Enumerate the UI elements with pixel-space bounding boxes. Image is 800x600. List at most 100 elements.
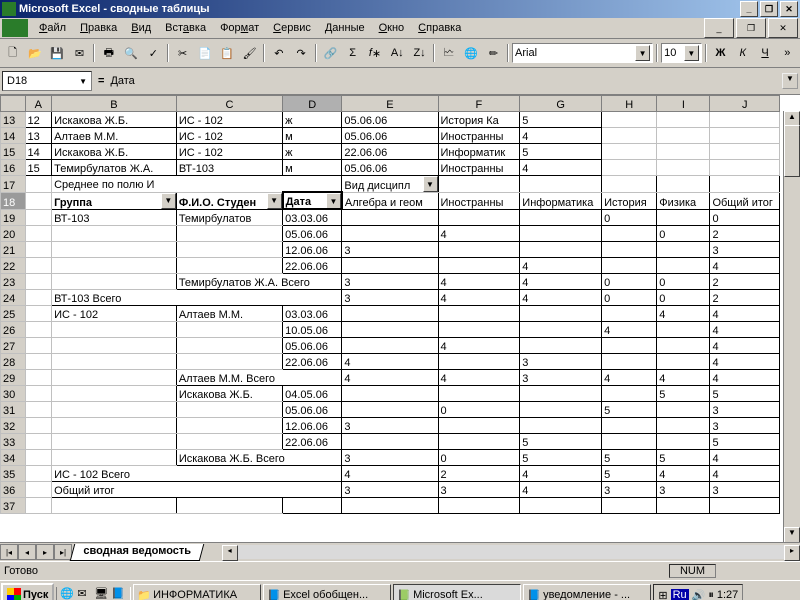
row-header[interactable]: 18 bbox=[1, 192, 26, 209]
row-header[interactable]: 28 bbox=[1, 354, 26, 370]
lang-indicator[interactable]: Ru bbox=[671, 589, 689, 600]
cell[interactable] bbox=[25, 209, 52, 226]
tray-icon-2[interactable]: 🔊 bbox=[692, 589, 706, 600]
cell[interactable] bbox=[438, 306, 520, 322]
ql-outlook-icon[interactable]: ✉ bbox=[77, 587, 93, 600]
cell[interactable] bbox=[25, 386, 52, 402]
worksheet[interactable]: ABCDEFGHIJ 1312Искакова Ж.Б.ИС - 102ж05.… bbox=[0, 95, 800, 561]
cell[interactable]: ИС - 102 bbox=[176, 112, 282, 128]
cell[interactable]: 3 bbox=[342, 274, 438, 290]
col-B[interactable]: B bbox=[52, 96, 177, 112]
cell[interactable] bbox=[52, 226, 177, 242]
tab-next-button[interactable]: ▸ bbox=[36, 544, 54, 560]
cell[interactable] bbox=[52, 242, 177, 258]
autosum-button[interactable]: Σ bbox=[342, 42, 363, 64]
cell[interactable] bbox=[52, 450, 177, 466]
scroll-right-button[interactable]: ▸ bbox=[784, 545, 800, 561]
cell[interactable]: 4 bbox=[520, 128, 602, 144]
cell[interactable]: 5 bbox=[710, 434, 780, 450]
cell[interactable]: 4 bbox=[438, 370, 520, 386]
cell[interactable]: 22.06.06 bbox=[283, 434, 342, 450]
cell[interactable]: Общий итог bbox=[710, 192, 780, 209]
cell[interactable]: 4 bbox=[602, 322, 657, 338]
row-header[interactable]: 31 bbox=[1, 402, 26, 418]
cell[interactable]: 4 bbox=[657, 466, 710, 482]
cell[interactable] bbox=[25, 338, 52, 354]
cell[interactable]: Темирбулатов Ж.А. bbox=[52, 160, 177, 176]
cell[interactable]: 05.06.06 bbox=[283, 226, 342, 242]
horizontal-scrollbar[interactable]: ◂ ▸ bbox=[222, 545, 800, 559]
cell[interactable]: 3 bbox=[342, 450, 438, 466]
cell[interactable] bbox=[520, 322, 602, 338]
cell[interactable]: 3 bbox=[342, 242, 438, 258]
col-F[interactable]: F bbox=[438, 96, 520, 112]
cell[interactable]: Дата▼ bbox=[283, 192, 342, 209]
system-tray[interactable]: ⊞ Ru 🔊 ⏸ 1:27 bbox=[653, 584, 743, 600]
tab-last-button[interactable]: ▸| bbox=[54, 544, 72, 560]
cell[interactable]: 12.06.06 bbox=[283, 242, 342, 258]
cell[interactable] bbox=[520, 418, 602, 434]
task-1[interactable]: 📁ИНФОРМАТИКА bbox=[133, 584, 261, 600]
cell[interactable] bbox=[25, 242, 52, 258]
tab-prev-button[interactable]: ◂ bbox=[18, 544, 36, 560]
cell[interactable]: 3 bbox=[657, 482, 710, 498]
dropdown-button[interactable]: ▼ bbox=[423, 176, 438, 192]
cell[interactable] bbox=[438, 386, 520, 402]
cell[interactable] bbox=[25, 192, 52, 209]
cell[interactable]: 4 bbox=[520, 160, 602, 176]
scroll-thumb[interactable] bbox=[784, 125, 800, 177]
chart-button[interactable]: 🗠 bbox=[438, 42, 459, 64]
sort-asc-button[interactable]: A↓ bbox=[387, 42, 408, 64]
ql-desktop-icon[interactable]: 🖥 bbox=[94, 587, 110, 600]
cell[interactable] bbox=[520, 386, 602, 402]
cell[interactable]: 3 bbox=[710, 242, 780, 258]
col-D[interactable]: D bbox=[283, 96, 342, 112]
cell[interactable]: 3 bbox=[602, 482, 657, 498]
cell[interactable] bbox=[176, 498, 282, 514]
cell[interactable]: ИС - 102 bbox=[52, 306, 177, 322]
cell[interactable]: 4 bbox=[438, 290, 520, 306]
cell[interactable]: История Ка bbox=[438, 112, 520, 128]
cell[interactable] bbox=[52, 274, 177, 290]
cell[interactable]: 4 bbox=[342, 466, 438, 482]
cell[interactable]: 3 bbox=[342, 482, 438, 498]
menu-help[interactable]: Справка bbox=[412, 20, 467, 36]
cell[interactable] bbox=[342, 306, 438, 322]
cell[interactable]: 5 bbox=[602, 466, 657, 482]
name-box[interactable]: D18▼ bbox=[2, 71, 92, 91]
cell[interactable] bbox=[602, 306, 657, 322]
row-header[interactable]: 35 bbox=[1, 466, 26, 482]
cell[interactable]: 05.06.06 bbox=[342, 128, 438, 144]
cell[interactable] bbox=[25, 226, 52, 242]
cell[interactable] bbox=[602, 258, 657, 274]
new-button[interactable]: 🗋 bbox=[2, 42, 23, 64]
cell[interactable] bbox=[176, 322, 282, 338]
cell[interactable]: История bbox=[602, 192, 657, 209]
cell[interactable] bbox=[52, 258, 177, 274]
cell[interactable]: Искакова Ж.Б. bbox=[52, 112, 177, 128]
more-button[interactable]: » bbox=[777, 42, 798, 64]
cell[interactable]: 5 bbox=[602, 402, 657, 418]
cell[interactable] bbox=[710, 112, 780, 128]
cell[interactable] bbox=[438, 209, 520, 226]
menu-file[interactable]: Файл bbox=[33, 20, 72, 36]
cell[interactable] bbox=[710, 176, 780, 193]
cell[interactable]: 03.03.06 bbox=[283, 306, 342, 322]
cell[interactable]: Вид дисципл▼ bbox=[342, 176, 438, 193]
cell[interactable] bbox=[342, 386, 438, 402]
cell[interactable]: 4 bbox=[520, 258, 602, 274]
cell[interactable] bbox=[52, 386, 177, 402]
cell[interactable]: Темирбулатов bbox=[176, 209, 282, 226]
cell[interactable] bbox=[176, 402, 282, 418]
mail-button[interactable]: ✉ bbox=[69, 42, 90, 64]
cell[interactable]: Искакова Ж.Б. bbox=[176, 386, 282, 402]
cell[interactable]: 2 bbox=[438, 466, 520, 482]
cell[interactable]: 04.05.06 bbox=[283, 386, 342, 402]
cell[interactable] bbox=[342, 322, 438, 338]
cell[interactable]: Темирбулатов Ж.А. Всего bbox=[176, 274, 342, 290]
row-header[interactable]: 23 bbox=[1, 274, 26, 290]
cell[interactable]: 5 bbox=[520, 112, 602, 128]
row-header[interactable]: 29 bbox=[1, 370, 26, 386]
cell[interactable]: 5 bbox=[710, 386, 780, 402]
cell[interactable] bbox=[657, 338, 710, 354]
